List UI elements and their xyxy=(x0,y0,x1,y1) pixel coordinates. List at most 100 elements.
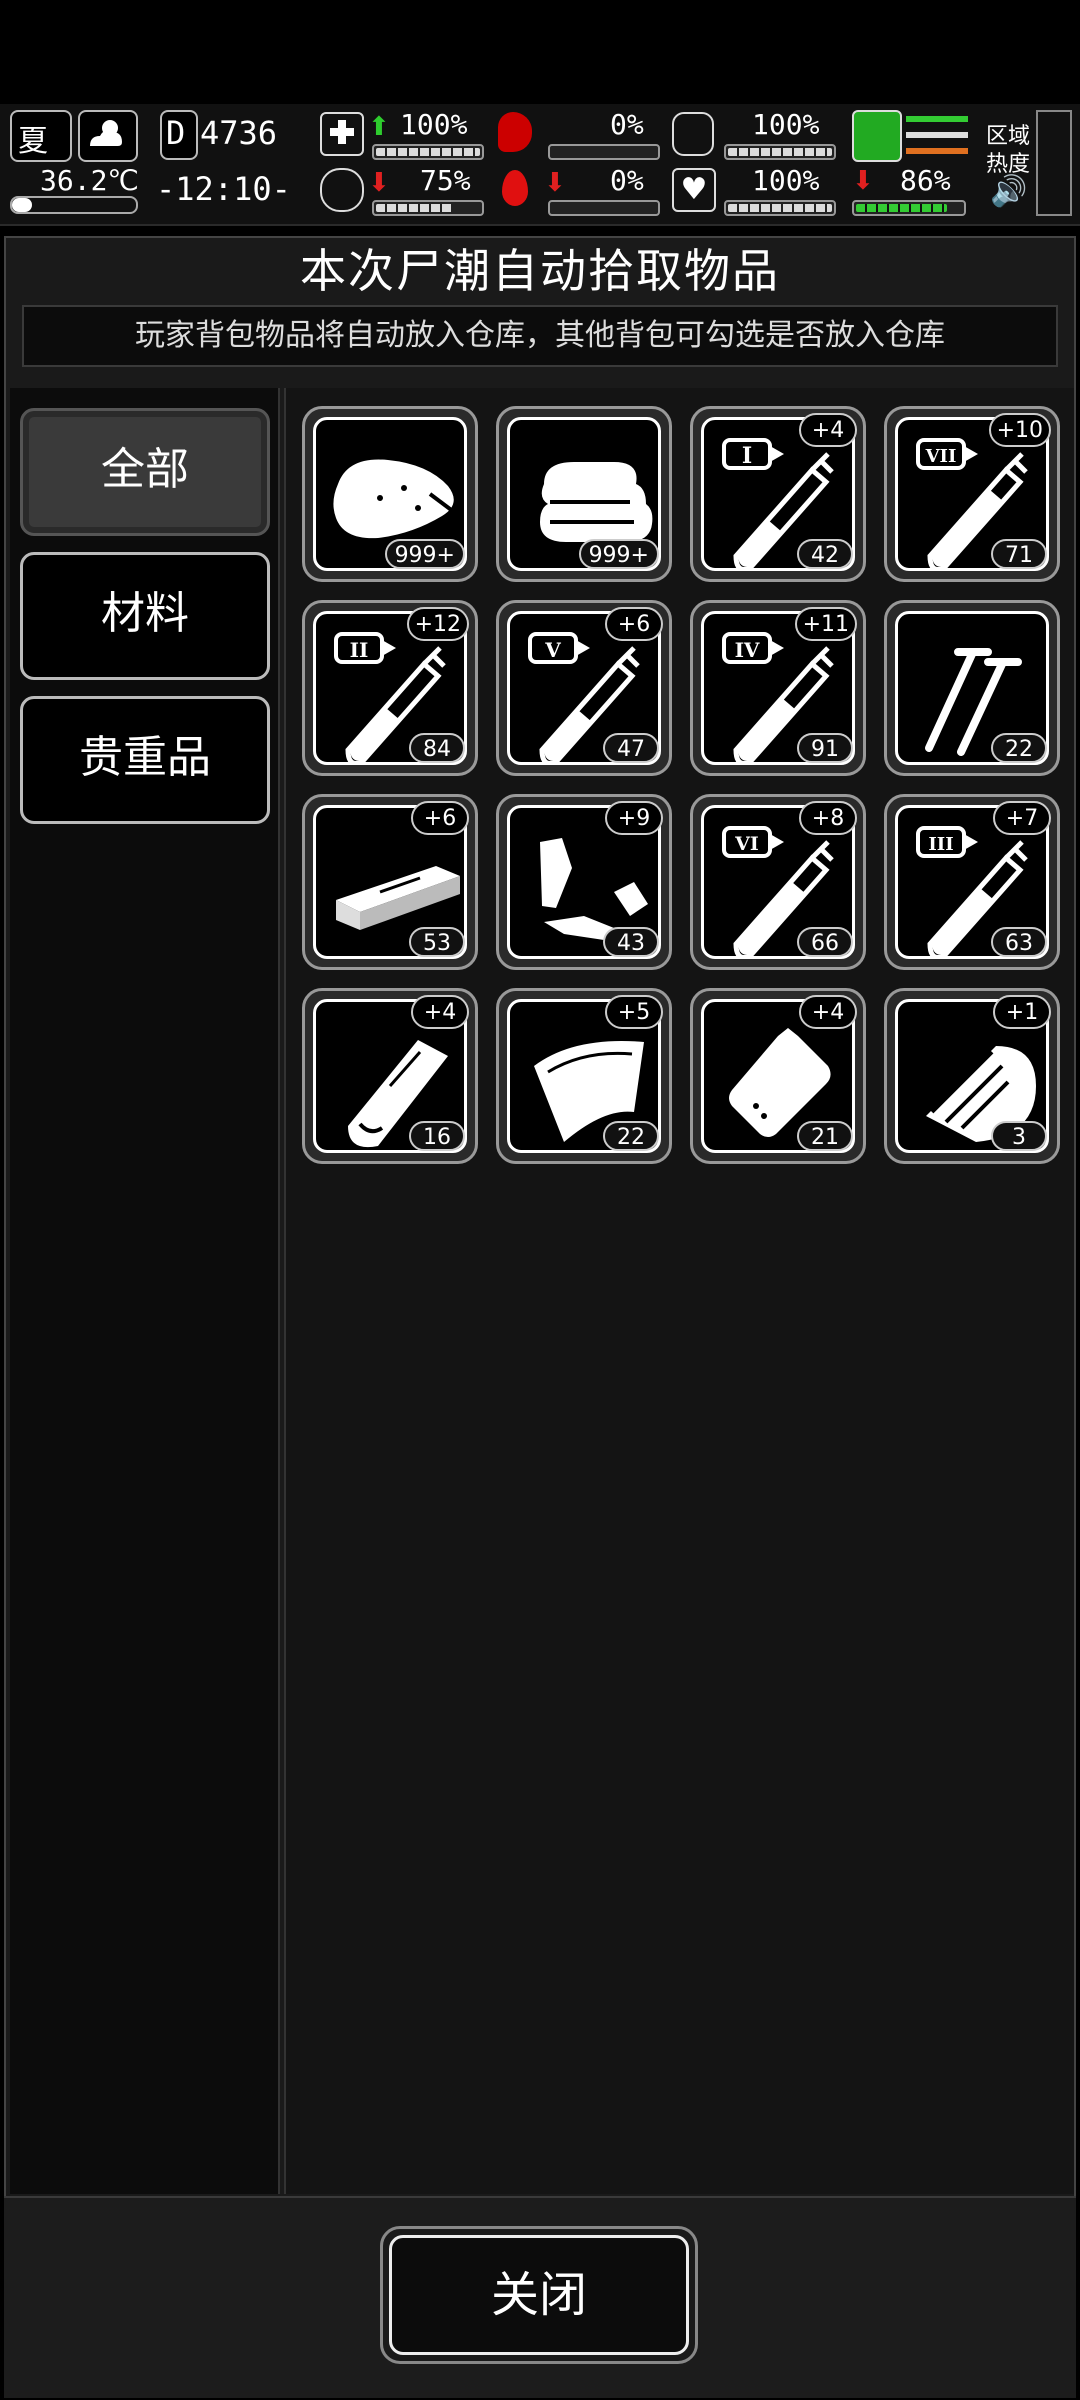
tab-all-label: 全部 xyxy=(101,444,189,495)
item-bonus-badge: +1 xyxy=(993,995,1051,1029)
item-bonus-badge: +6 xyxy=(605,607,663,641)
item-bonus-badge: +9 xyxy=(605,801,663,835)
stamina-percent: 100% xyxy=(752,108,820,141)
item-slot[interactable]: 999+ xyxy=(302,406,478,582)
brain-icon xyxy=(320,168,364,212)
season-label: 夏 xyxy=(18,124,48,159)
tab-materials[interactable]: 材料 xyxy=(20,552,270,680)
mood-bar xyxy=(372,200,484,216)
item-count: 71 xyxy=(991,539,1047,569)
svg-text:VI: VI xyxy=(734,833,759,855)
item-bonus-badge: +4 xyxy=(799,995,857,1029)
stamina-bar-fill xyxy=(728,148,832,156)
item-count: 16 xyxy=(409,1121,465,1151)
item-slot[interactable]: +4 21 xyxy=(690,988,866,1164)
item-grid: 999+ 999+ I +4 42 VII +10 71 II +12 84 V +6… xyxy=(284,388,1074,2194)
hunger-percent: 0% xyxy=(610,108,644,141)
heart-bar-fill xyxy=(728,204,832,212)
svg-text:IV: IV xyxy=(735,638,760,662)
heart-bar xyxy=(724,200,836,216)
system-status-bar xyxy=(0,0,1080,104)
health-up-arrow-icon: ⬆ xyxy=(368,112,390,142)
tab-valuables-label: 贵重品 xyxy=(79,732,211,783)
stamina-bar xyxy=(724,144,836,160)
day-prefix: D xyxy=(160,110,198,160)
item-slot[interactable]: VI +8 66 xyxy=(690,794,866,970)
item-slot[interactable]: +5 22 xyxy=(496,988,672,1164)
thermometer-icon xyxy=(10,196,138,214)
item-bonus-badge: +6 xyxy=(411,801,469,835)
item-slot[interactable]: III +7 63 xyxy=(884,794,1060,970)
item-count: 3 xyxy=(991,1121,1047,1151)
item-slot[interactable]: II +12 84 xyxy=(302,600,478,776)
dialog-subtitle: 玩家背包物品将自动放入仓库，其他背包可勾选是否放入仓库 xyxy=(22,305,1058,367)
item-bonus-badge: +4 xyxy=(411,995,469,1029)
leg-stripes xyxy=(906,116,968,154)
category-sidebar: 全部 材料 贵重品 xyxy=(10,388,280,2194)
item-bonus-badge: +5 xyxy=(605,995,663,1029)
tab-all[interactable]: 全部 xyxy=(20,408,270,536)
item-bonus-badge: +12 xyxy=(406,607,469,641)
heart-icon: ♥ xyxy=(672,168,716,212)
stomach-icon xyxy=(498,112,532,152)
item-slot[interactable]: VII +10 71 xyxy=(884,406,1060,582)
item-bonus-badge: +10 xyxy=(988,413,1051,447)
item-count: 21 xyxy=(797,1121,853,1151)
bleed-bar xyxy=(548,200,660,216)
dialog-title: 本次尸潮自动拾取物品 xyxy=(300,244,780,298)
item-slot[interactable]: I +4 42 xyxy=(690,406,866,582)
item-slot[interactable]: +1 3 xyxy=(884,988,1060,1164)
leg-bar-fill xyxy=(856,204,947,212)
item-slot[interactable]: 22 xyxy=(884,600,1060,776)
item-slot[interactable]: 999+ xyxy=(496,406,672,582)
game-clock: -12:10- xyxy=(156,170,291,208)
item-count: 84 xyxy=(409,733,465,763)
item-count: 47 xyxy=(603,733,659,763)
tab-valuables[interactable]: 贵重品 xyxy=(20,696,270,824)
item-count: 53 xyxy=(409,927,465,957)
item-slot[interactable]: +6 53 xyxy=(302,794,478,970)
item-slot[interactable]: +9 43 xyxy=(496,794,672,970)
tab-materials-label: 材料 xyxy=(101,588,189,639)
item-count: 42 xyxy=(797,539,853,569)
weather-icon xyxy=(78,110,138,162)
item-slot[interactable]: IV +11 91 xyxy=(690,600,866,776)
item-slot[interactable]: +4 16 xyxy=(302,988,478,1164)
mood-down-arrow-icon: ⬇ xyxy=(368,168,390,198)
stamina-icon xyxy=(672,112,714,156)
speaker-icon[interactable]: 🔊 xyxy=(990,174,1027,209)
item-bonus-badge: +11 xyxy=(794,607,857,641)
item-bonus-badge: +4 xyxy=(799,413,857,447)
heart-percent: 100% xyxy=(752,164,820,197)
mood-bar-fill xyxy=(376,204,453,212)
leg-bar xyxy=(852,200,966,216)
item-count: 43 xyxy=(603,927,659,957)
item-count: 66 xyxy=(797,927,853,957)
medkit-icon xyxy=(320,112,364,156)
svg-text:II: II xyxy=(350,638,369,662)
item-bonus-badge: +7 xyxy=(993,801,1051,835)
hunger-bar xyxy=(548,144,660,160)
close-button[interactable]: 关闭 xyxy=(380,2226,698,2364)
health-bar-fill xyxy=(376,148,480,156)
item-count: 63 xyxy=(991,927,1047,957)
bleed-down-arrow-icon: ⬇ xyxy=(544,168,566,198)
item-count: 91 xyxy=(797,733,853,763)
season-badge: 夏 xyxy=(10,110,72,162)
svg-text:VII: VII xyxy=(925,446,957,467)
day-counter: 4736 xyxy=(200,114,278,152)
temperature: 36.2℃ xyxy=(40,164,139,197)
item-slot[interactable]: V +6 47 xyxy=(496,600,672,776)
svg-text:I: I xyxy=(742,443,752,469)
zone-heat-meter xyxy=(1036,110,1072,216)
item-count: 22 xyxy=(991,733,1047,763)
item-count: 22 xyxy=(603,1121,659,1151)
health-bar xyxy=(372,144,484,160)
svg-text:III: III xyxy=(928,834,953,855)
svg-text:V: V xyxy=(544,638,561,662)
survival-hud: 夏 36.2℃ D 4736 -12:10- ⬆ 100% ⬇ 75% 0% ⬇… xyxy=(0,104,1080,226)
close-button-label: 关闭 xyxy=(389,2235,689,2355)
leg-percent: 86% xyxy=(900,164,951,197)
health-percent: 100% xyxy=(400,108,468,141)
blood-drop-icon xyxy=(502,170,528,206)
